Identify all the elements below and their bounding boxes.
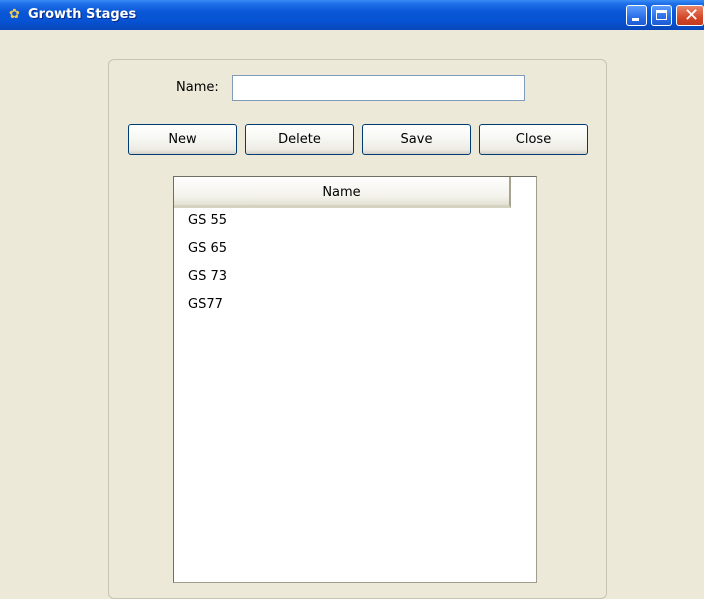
minimize-button[interactable] — [626, 5, 647, 26]
window-title: Growth Stages — [28, 7, 137, 22]
close-icon: ✕ — [684, 5, 700, 26]
name-input[interactable] — [232, 75, 525, 101]
new-button[interactable]: New — [128, 124, 237, 155]
title-bar[interactable]: ✿ Growth Stages ✕ — [0, 0, 704, 30]
app-icon[interactable]: ✿ — [9, 7, 20, 22]
list-item[interactable]: GS 65 — [188, 241, 227, 256]
column-header-name[interactable]: Name — [174, 177, 511, 208]
list-item[interactable]: GS 73 — [188, 269, 227, 284]
save-button[interactable]: Save — [362, 124, 471, 155]
maximize-icon — [656, 10, 667, 20]
list-item[interactable]: GS77 — [188, 297, 223, 312]
maximize-button[interactable] — [651, 5, 672, 26]
close-window-button[interactable]: ✕ — [676, 5, 704, 26]
growth-stage-list[interactable]: Name GS 55 GS 65 GS 73 GS77 — [173, 176, 537, 583]
list-item[interactable]: GS 55 — [188, 213, 227, 228]
name-label: Name: — [176, 80, 219, 95]
close-button[interactable]: Close — [479, 124, 588, 155]
delete-button[interactable]: Delete — [245, 124, 354, 155]
minimize-icon — [632, 18, 639, 21]
